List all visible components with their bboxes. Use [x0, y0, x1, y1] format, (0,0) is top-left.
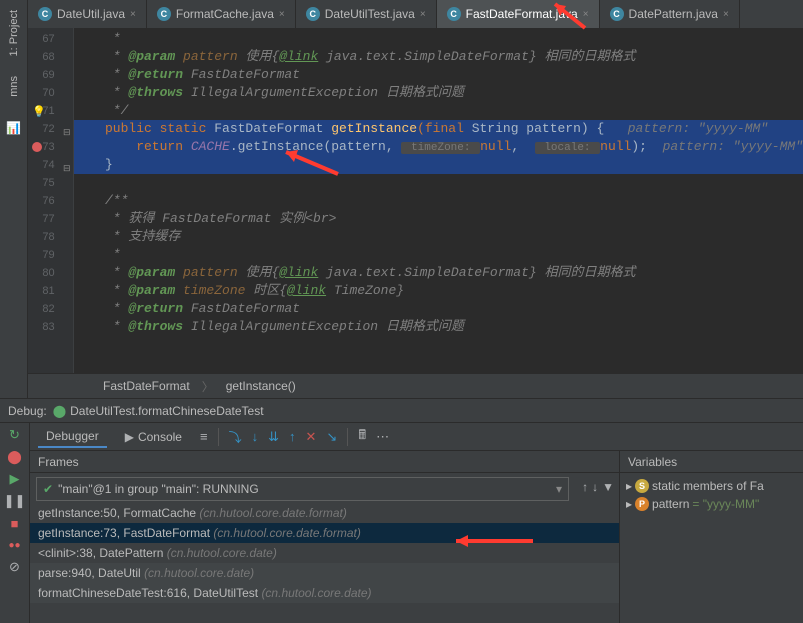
debug-toolbar: Debugger ▶Console ≡ ⤵ ↓ ⇊ ↑ ✕ ↘ 🖩 ⋯: [30, 423, 803, 451]
next-frame-icon[interactable]: ↓: [592, 480, 598, 494]
filter-frames-icon[interactable]: ▼: [602, 480, 614, 494]
expand-icon[interactable]: ▸: [626, 479, 632, 493]
prev-frame-icon[interactable]: ↑: [582, 480, 588, 494]
force-step-into-icon[interactable]: ⇊: [268, 429, 279, 445]
breadcrumb: FastDateFormat 〉 getInstance(): [28, 373, 803, 398]
frame-row[interactable]: formatChineseDateTest:616, DateUtilTest …: [30, 583, 619, 603]
debug-label: Debug:: [8, 404, 47, 418]
expand-icon[interactable]: ▸: [626, 497, 632, 511]
step-into-icon[interactable]: ↓: [252, 429, 259, 444]
gutter[interactable]: 67 68 69 70 71 ⊟72 73 ⊟74 75 76 77 78 79…: [28, 28, 74, 373]
run-to-cursor-icon[interactable]: ↘: [326, 429, 337, 445]
tab-dateutil[interactable]: CDateUtil.java×: [28, 0, 147, 28]
frames-title: Frames: [38, 455, 79, 469]
check-icon: ✔: [43, 482, 53, 496]
class-icon: C: [157, 7, 171, 21]
breadcrumb-class[interactable]: FastDateFormat: [103, 379, 190, 393]
dropdown-icon[interactable]: ▾: [556, 482, 562, 496]
close-icon[interactable]: ×: [583, 9, 589, 20]
mute-breakpoints-icon[interactable]: ⊘: [7, 559, 23, 575]
console-tab[interactable]: ▶Console: [117, 427, 190, 447]
debug-config[interactable]: ⬤DateUtilTest.formatChineseDateTest: [53, 404, 264, 418]
tab-formatcache[interactable]: CFormatCache.java×: [147, 0, 296, 28]
frame-row[interactable]: getInstance:73, FastDateFormat (cn.hutoo…: [30, 523, 619, 543]
breadcrumb-sep: 〉: [202, 378, 214, 395]
breadcrumb-method[interactable]: getInstance(): [226, 379, 296, 393]
debugger-tab[interactable]: Debugger: [38, 426, 107, 448]
view-breakpoints-icon[interactable]: ●●: [7, 537, 23, 553]
variable-row[interactable]: ▸Ppattern = "yyyy-MM": [624, 495, 799, 513]
evaluate-icon[interactable]: 🖩: [358, 426, 366, 448]
class-icon: C: [610, 7, 624, 21]
editor-tabs: CDateUtil.java× CFormatCache.java× CDate…: [28, 0, 803, 28]
close-icon[interactable]: ×: [130, 9, 136, 20]
param-badge-icon: P: [635, 497, 649, 511]
close-icon[interactable]: ×: [420, 9, 426, 20]
class-icon: C: [306, 7, 320, 21]
stop-icon[interactable]: ■: [7, 515, 23, 531]
pause-icon[interactable]: ❚❚: [7, 493, 23, 509]
debug-sidebar: ↻ ⬤ ▶ ❚❚ ■ ●● ⊘: [0, 423, 30, 623]
run-icon: ⬤: [53, 404, 66, 418]
class-icon: C: [38, 7, 52, 21]
variable-row[interactable]: ▸Sstatic members of Fa: [624, 477, 799, 495]
drop-frame-icon[interactable]: ✕: [306, 429, 317, 445]
tab-dateutiltest[interactable]: CDateUtilTest.java×: [296, 0, 437, 28]
code-area[interactable]: * * @param pattern 使用{@link java.text.Si…: [74, 28, 803, 373]
frames-list: getInstance:50, FormatCache (cn.hutool.c…: [30, 503, 619, 623]
stop-red-icon[interactable]: ⬤: [7, 449, 23, 465]
variables-title: Variables: [628, 455, 677, 469]
more-icon[interactable]: ⋯: [376, 429, 389, 445]
frame-row[interactable]: getInstance:50, FormatCache (cn.hutool.c…: [30, 503, 619, 523]
tab-fastdateformat[interactable]: CFastDateFormat.java×: [437, 0, 600, 28]
close-icon[interactable]: ×: [723, 9, 729, 20]
class-icon: C: [447, 7, 461, 21]
static-badge-icon: S: [635, 479, 649, 493]
step-out-icon[interactable]: ↑: [289, 429, 296, 444]
frames-pane: Frames ✔ "main"@1 in group "main": RUNNI…: [30, 451, 620, 623]
rerun-icon[interactable]: ↻: [7, 427, 23, 443]
frame-row[interactable]: parse:940, DateUtil (cn.hutool.core.date…: [30, 563, 619, 583]
mns-tool-tab[interactable]: mns: [6, 70, 22, 103]
step-over-icon[interactable]: ⤵: [229, 427, 242, 446]
code-editor[interactable]: 67 68 69 70 71 ⊟72 73 ⊟74 75 76 77 78 79…: [28, 28, 803, 373]
project-tool-tab[interactable]: 1: Project: [6, 4, 22, 62]
thread-selector[interactable]: ✔ "main"@1 in group "main": RUNNING ▾ ↑ …: [36, 477, 569, 501]
debug-panel: Debug: ⬤DateUtilTest.formatChineseDateTe…: [0, 398, 803, 623]
variables-pane: Variables ▸Sstatic members of Fa ▸Ppatte…: [620, 451, 803, 623]
project-sidebar: 1: Project mns 📊: [0, 0, 28, 398]
tab-datepattern[interactable]: CDatePattern.java×: [600, 0, 740, 28]
debug-header: Debug: ⬤DateUtilTest.formatChineseDateTe…: [0, 399, 803, 423]
close-icon[interactable]: ×: [279, 9, 285, 20]
frame-row[interactable]: <clinit>:38, DatePattern (cn.hutool.core…: [30, 543, 619, 563]
resume-icon[interactable]: ▶: [7, 471, 23, 487]
threads-icon[interactable]: ≡: [200, 429, 208, 444]
